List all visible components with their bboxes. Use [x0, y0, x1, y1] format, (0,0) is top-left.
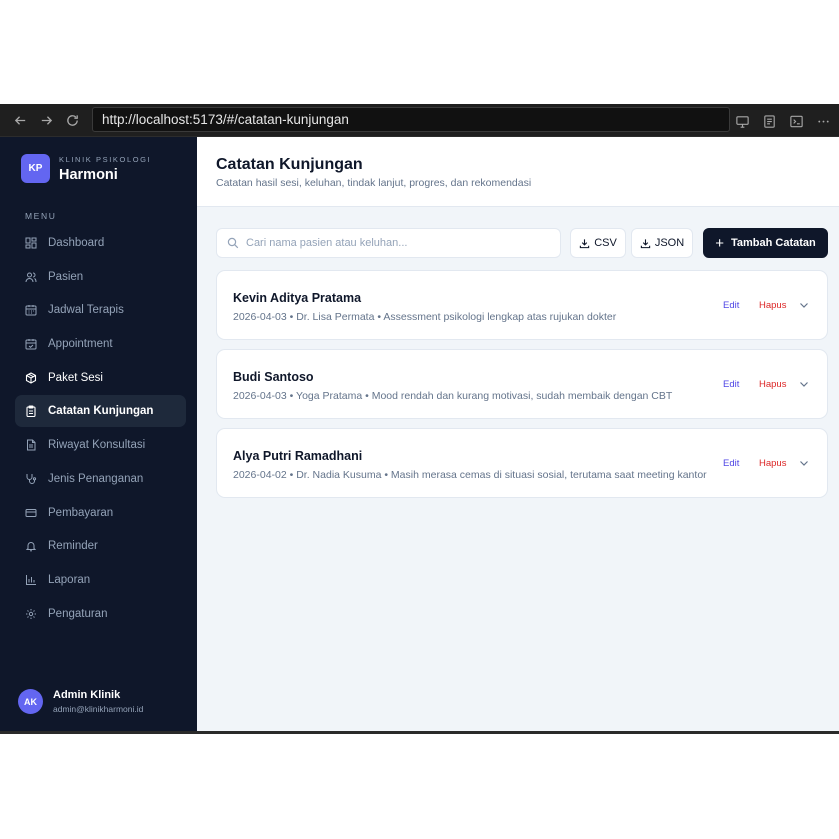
screen-share-icon[interactable] [731, 108, 754, 134]
list-item[interactable]: Kevin Aditya Pratama 2026-04-03 • Dr. Li… [216, 270, 828, 340]
avatar: AK [18, 689, 43, 714]
page-title: Catatan Kunjungan [216, 156, 363, 173]
csv-label: CSV [594, 237, 617, 249]
edit-button[interactable]: Edit [723, 379, 739, 390]
sidebar-item-pasien[interactable]: Pasien [15, 261, 186, 293]
patient-name: Alya Putri Ramadhani [233, 449, 363, 463]
credit-card-icon [25, 507, 37, 519]
sidebar-item-label: Riwayat Konsultasi [48, 439, 146, 452]
plus-icon: + [715, 234, 724, 252]
sidebar-item-label: Reminder [48, 540, 98, 553]
sidebar-item-label: Dashboard [48, 237, 105, 249]
main-content: Catatan Kunjungan Catatan hasil sesi, ke… [197, 137, 839, 731]
brand-subtitle: KLINIK PSIKOLOGI [59, 154, 152, 164]
address-bar[interactable]: http://localhost:5173/#/catatan-kunjunga… [92, 107, 730, 132]
calendar-icon [25, 304, 37, 316]
window-bottom-border [0, 731, 839, 734]
sidebar-item-label: Pembayaran [48, 506, 114, 519]
sidebar-item-dashboard[interactable]: Dashboard [15, 227, 186, 259]
patient-name: Budi Santoso [233, 370, 314, 384]
chevron-down-icon[interactable] [798, 299, 810, 311]
sidebar-item-label: Jenis Penanganan [48, 472, 144, 485]
record-list: Kevin Aditya Pratama 2026-04-03 • Dr. Li… [216, 270, 828, 507]
sidebar-item-jenis-penanganan[interactable]: Jenis Penanganan [15, 463, 186, 495]
sidebar-item-label: Pasien [48, 270, 84, 283]
calendar-check-icon [25, 338, 37, 350]
delete-button[interactable]: Hapus [759, 379, 786, 390]
terminal-icon[interactable] [785, 108, 808, 134]
brand-logo: KP [21, 154, 50, 183]
record-meta: 2026-04-03 • Dr. Lisa Permata • Assessme… [233, 311, 617, 323]
sidebar-item-laporan[interactable]: Laporan [15, 564, 186, 596]
sidebar-item-catatan-kunjungan[interactable]: Catatan Kunjungan [15, 395, 186, 428]
bell-icon [25, 540, 37, 552]
sidebar-item-label: Pengaturan [48, 607, 108, 620]
search-icon [227, 237, 239, 249]
stethoscope-icon [25, 473, 37, 485]
brand[interactable]: KP KLINIK PSIKOLOGI Harmoni [21, 154, 151, 183]
export-json-button[interactable]: JSON [631, 228, 693, 258]
list-item[interactable]: Budi Santoso 2026-04-03 • Yoga Pratama •… [216, 349, 828, 419]
list-item[interactable]: Alya Putri Ramadhani 2026-04-02 • Dr. Na… [216, 428, 828, 498]
sidebar-item-label: Laporan [48, 573, 91, 586]
page-subtitle: Catatan hasil sesi, keluhan, tindak lanj… [216, 177, 532, 189]
json-label: JSON [654, 237, 685, 249]
patient-name: Kevin Aditya Pratama [233, 291, 362, 305]
search-box[interactable] [216, 228, 561, 258]
page-header: Catatan Kunjungan Catatan hasil sesi, ke… [197, 137, 839, 207]
sidebar-item-appointment[interactable]: Appointment [15, 328, 186, 360]
sidebar-item-label: Paket Sesi [48, 371, 103, 384]
browser-toolbar: http://localhost:5173/#/catatan-kunjunga… [0, 104, 839, 137]
reading-list-icon[interactable] [758, 108, 781, 134]
more-icon[interactable] [812, 108, 835, 134]
sidebar-item-label: Jadwal Terapis [48, 304, 124, 317]
sidebar-item-label: Catatan Kunjungan [48, 405, 154, 418]
download-icon [640, 238, 651, 248]
sidebar-item-reminder[interactable]: Reminder [15, 530, 186, 562]
user-email: admin@klinikharmoni.id [53, 704, 144, 714]
dashboard-icon [25, 237, 37, 249]
bar-chart-icon [25, 574, 37, 586]
search-input[interactable] [246, 237, 546, 249]
sidebar-menu: Dashboard Pasien Jadwal Terapis Appointm… [15, 227, 186, 631]
clipboard-icon [25, 405, 37, 418]
file-text-icon [25, 439, 37, 451]
delete-button[interactable]: Hapus [759, 300, 786, 311]
delete-button[interactable]: Hapus [759, 458, 786, 469]
menu-label: MENU [25, 211, 57, 221]
browser-window: http://localhost:5173/#/catatan-kunjunga… [0, 104, 839, 734]
download-icon [580, 238, 590, 248]
sidebar-item-jadwal-terapis[interactable]: Jadwal Terapis [15, 294, 186, 326]
user-name: Admin Klinik [53, 689, 121, 701]
user-profile[interactable]: AK Admin Klinik admin@klinikharmoni.id [18, 689, 143, 714]
add-record-label: Tambah Catatan [731, 237, 816, 249]
chevron-down-icon[interactable] [798, 457, 810, 469]
sidebar-item-pengaturan[interactable]: Pengaturan [15, 598, 186, 630]
package-icon [25, 372, 37, 384]
brand-name: Harmoni [59, 166, 118, 183]
sidebar-item-riwayat-konsultasi[interactable]: Riwayat Konsultasi [15, 429, 186, 461]
users-icon [25, 271, 37, 283]
record-meta: 2026-04-03 • Yoga Pratama • Mood rendah … [233, 390, 673, 402]
export-csv-button[interactable]: CSV [570, 228, 626, 258]
sidebar: KP KLINIK PSIKOLOGI Harmoni MENU Dashboa… [0, 137, 197, 731]
chevron-down-icon[interactable] [798, 378, 810, 390]
back-arrow-icon[interactable] [7, 107, 33, 133]
forward-arrow-icon[interactable] [33, 107, 59, 133]
add-record-button[interactable]: + Tambah Catatan [703, 228, 828, 258]
reload-icon[interactable] [59, 107, 85, 133]
sidebar-item-label: Appointment [48, 338, 113, 351]
gear-icon [25, 608, 37, 620]
record-meta: 2026-04-02 • Dr. Nadia Kusuma • Masih me… [233, 469, 707, 481]
sidebar-item-paket-sesi[interactable]: Paket Sesi [15, 362, 186, 394]
sidebar-item-pembayaran[interactable]: Pembayaran [15, 497, 186, 529]
edit-button[interactable]: Edit [723, 300, 739, 311]
edit-button[interactable]: Edit [723, 458, 739, 469]
